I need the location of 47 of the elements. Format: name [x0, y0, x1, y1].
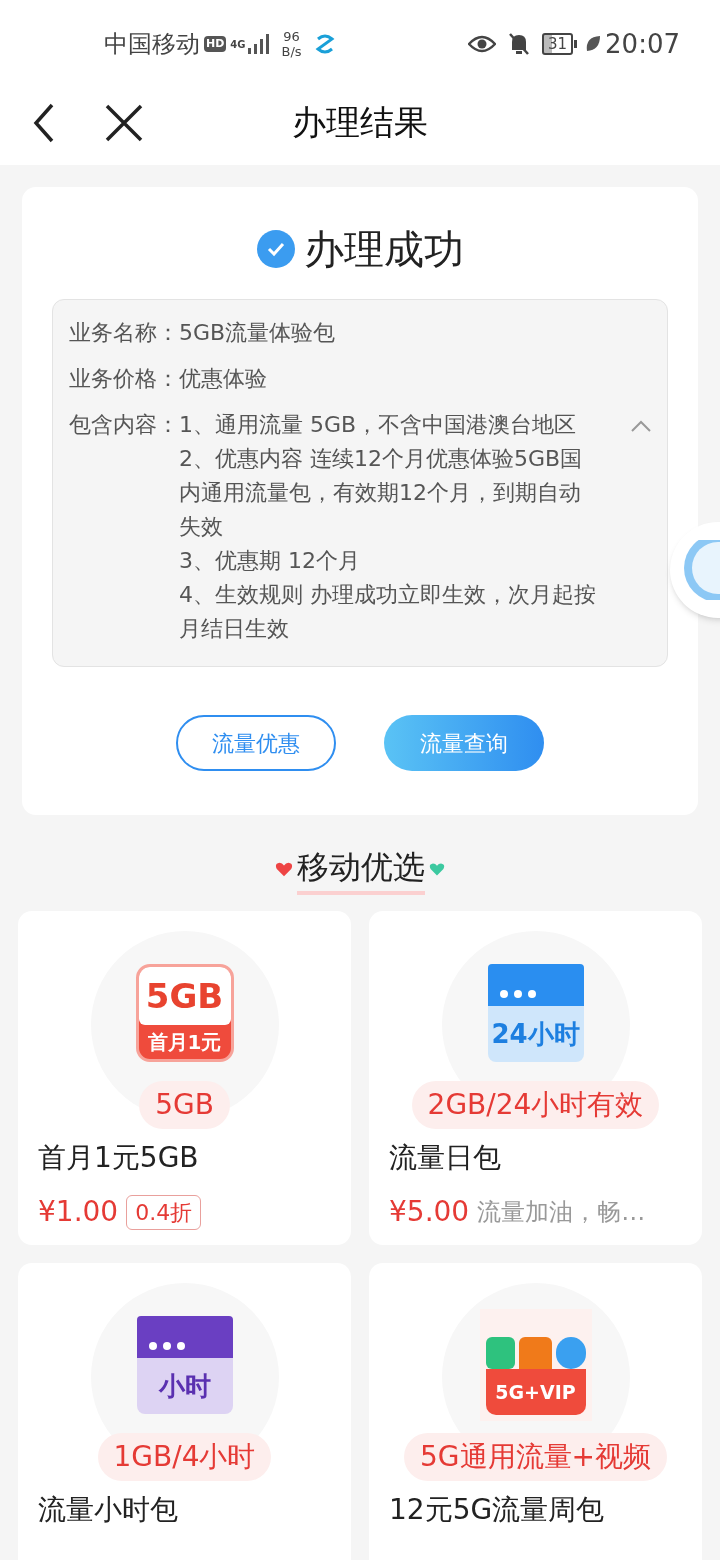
product-card[interactable]: 小时 1GB/4小时 流量小时包 [18, 1263, 351, 1560]
product-name: 12元5G流量周包 [389, 1492, 606, 1528]
hd-badge: HD [204, 35, 227, 53]
close-button[interactable] [104, 102, 144, 143]
heart-icon [429, 861, 445, 877]
detail-value: 1、通用流量 5GB，不含中国港澳台地区 [179, 411, 578, 439]
speed-value: 96 [283, 29, 300, 44]
detail-label: 业务名称： [69, 319, 179, 347]
product-name: 流量日包 [389, 1140, 502, 1176]
product-tag: 2GB/24小时有效 [411, 1081, 660, 1129]
detail-label: 业务价格： [69, 365, 179, 393]
detail-value: 4、生效规则 办理成功立即生效，次月起按月结日生效 [179, 581, 597, 643]
product-name: 首月1元5GB [38, 1140, 200, 1176]
product-tag: 1GB/4小时 [97, 1433, 272, 1481]
product-description: 流量加油，畅… [477, 1197, 646, 1228]
product-card[interactable]: 24小时 2GB/24小时有效 流量日包 ¥5.00 流量加油，畅… [369, 911, 702, 1245]
detail-value: 5GB流量体验包 [179, 319, 337, 347]
signal-icon [247, 34, 270, 54]
close-icon [105, 103, 143, 142]
detail-value: 2、优惠内容 连续12个月优惠体验5GB国内通用流量包，有效期12个月，到期自动失效 [179, 445, 584, 541]
page-title: 办理结果 [292, 101, 428, 144]
speed-unit: B/s [281, 44, 302, 59]
product-tag: 5GB [139, 1081, 230, 1129]
mute-bell-icon [507, 32, 530, 56]
product-price: ¥1.00 [38, 1194, 119, 1230]
result-title: 办理成功 [304, 225, 464, 274]
collapse-icon[interactable] [631, 420, 651, 432]
detail-value: 3、优惠期 12个月 [179, 547, 361, 575]
carrier-name: 中国移动 [104, 29, 200, 60]
section-title: 移动优选 [297, 843, 425, 895]
video-package-icon: 5G+VIP [479, 1309, 592, 1421]
clock: 20:07 [605, 27, 680, 61]
detail-label: 包含内容： [69, 411, 179, 439]
leaf-icon [585, 35, 602, 53]
product-price: ¥5.00 [389, 1194, 470, 1230]
network-type: 4G [230, 37, 246, 52]
back-icon [32, 102, 56, 143]
check-circle-icon [256, 229, 296, 269]
package-icon: 5GB 首月1元 [135, 964, 234, 1062]
heart-icon [275, 860, 293, 878]
product-tag: 5G通用流量+视频 [404, 1433, 667, 1481]
eye-icon [467, 35, 496, 53]
detail-value: 优惠体验 [179, 365, 268, 393]
product-card[interactable]: 5GB 首月1元 5GB 首月1元5GB ¥1.00 0.4折 [18, 911, 351, 1245]
discount-tag: 0.4折 [126, 1194, 202, 1230]
product-name: 流量小时包 [38, 1492, 179, 1528]
product-card[interactable]: 5G+VIP 5G通用流量+视频 12元5G流量周包 [369, 1263, 702, 1560]
